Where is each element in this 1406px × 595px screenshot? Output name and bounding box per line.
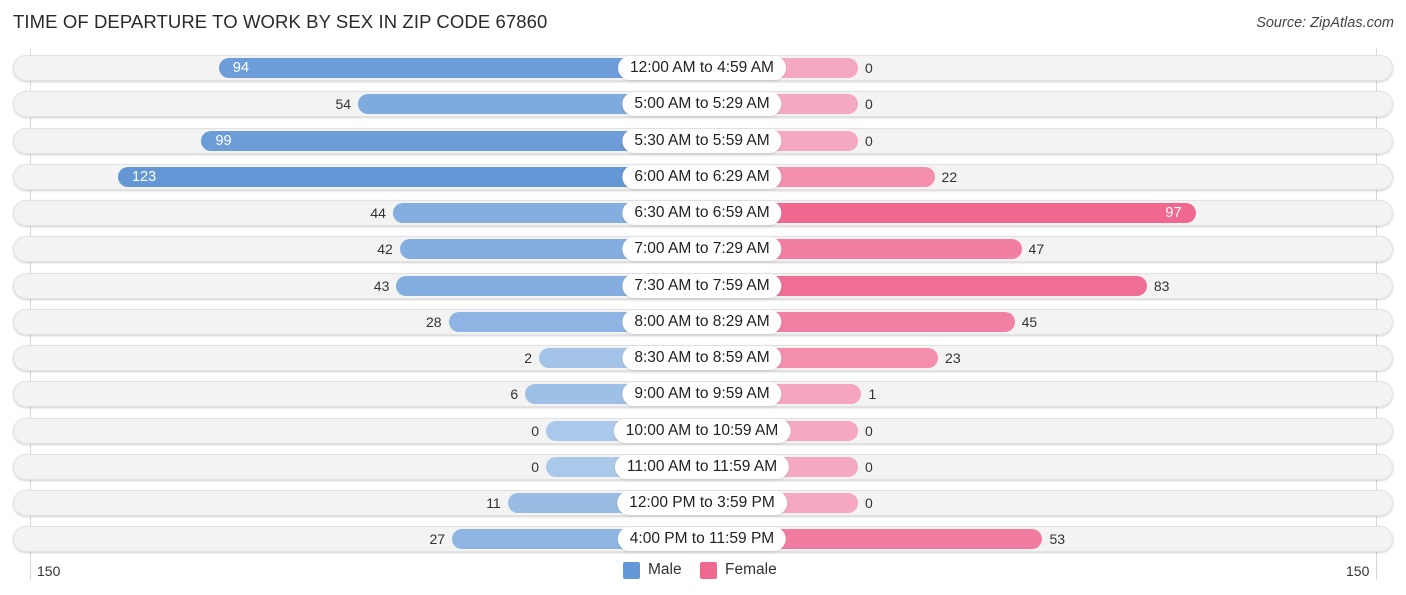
value-label-male: 6 (510, 386, 519, 403)
value-label-male: 99 (215, 132, 232, 149)
value-label-male: 0 (531, 422, 539, 439)
value-label-male: 0 (531, 458, 539, 475)
legend-swatch-female (700, 561, 717, 579)
value-label-female: 0 (865, 495, 873, 511)
value-label-female: 47 (1028, 241, 1045, 258)
value-label-female: 83 (1153, 277, 1170, 294)
value-label-male: 44 (370, 205, 386, 221)
value-label-female: 0 (865, 60, 873, 76)
category-label: 6:30 AM to 6:59 AM (622, 201, 782, 225)
value-label-female: 1 (868, 386, 877, 403)
category-label: 5:00 AM to 5:29 AM (622, 92, 782, 117)
value-label-male: 54 (335, 96, 352, 113)
category-label: 11:00 AM to 11:59 AM (614, 454, 790, 479)
category-label: 7:30 AM to 7:59 AM (622, 273, 782, 298)
value-label-female: 0 (865, 422, 873, 439)
value-label-male: 11 (486, 495, 501, 511)
value-label-female: 22 (941, 168, 958, 185)
legend-item-male[interactable]: Male (623, 561, 682, 579)
category-label: 7:00 AM to 7:29 AM (622, 237, 782, 262)
value-label-male: 28 (425, 313, 442, 330)
value-label-female: 0 (865, 458, 873, 475)
value-label-female: 45 (1021, 313, 1038, 330)
category-label: 12:00 PM to 3:59 PM (617, 491, 787, 515)
category-label: 9:00 AM to 9:59 AM (622, 382, 782, 407)
category-label: 6:00 AM to 6:29 AM (622, 164, 782, 189)
legend-item-female[interactable]: Female (700, 561, 777, 579)
legend-label-male: Male (648, 561, 682, 578)
category-label: 4:00 PM to 11:59 PM (617, 527, 787, 552)
legend-label-female: Female (725, 561, 777, 578)
legend: Male Female (0, 561, 1406, 581)
value-label-male: 94 (232, 60, 250, 76)
category-label: 5:30 AM to 5:59 AM (622, 128, 782, 153)
value-label-female: 0 (865, 96, 873, 113)
value-label-female: 0 (865, 132, 873, 149)
value-label-female: 23 (945, 350, 961, 366)
category-label: 12:00 AM to 4:59 AM (618, 56, 786, 80)
chart-area: 94 0 12:00 AM to 4:59 AM 54 0 5:00 AM to 5:29… (0, 0, 1406, 595)
category-label: 8:30 AM to 8:59 AM (622, 346, 782, 370)
category-label: 10:00 AM to 10:59 AM (613, 418, 791, 443)
value-label-male: 42 (377, 241, 393, 258)
value-label-male: 2 (524, 350, 533, 366)
bar-male[interactable] (117, 166, 702, 187)
value-label-male: 27 (429, 531, 446, 548)
value-label-female: 97 (1165, 205, 1182, 221)
legend-swatch-male (623, 561, 640, 579)
value-label-male: 123 (131, 168, 157, 185)
category-label: 8:00 AM to 8:29 AM (622, 309, 782, 334)
value-label-female: 53 (1049, 531, 1066, 548)
value-label-male: 43 (373, 277, 390, 294)
